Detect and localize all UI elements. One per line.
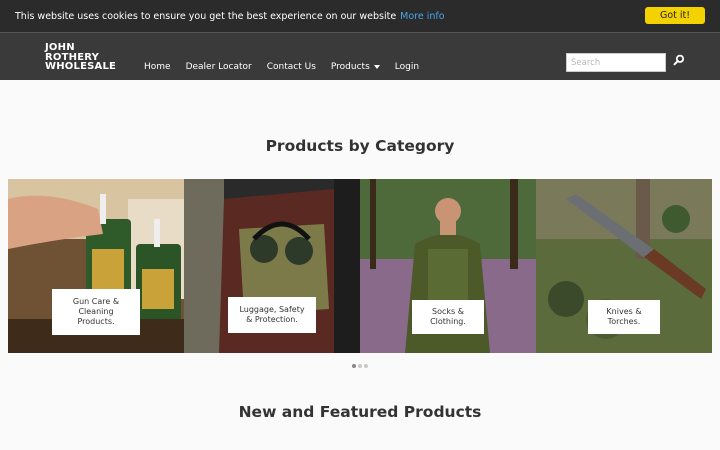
gun-care-label-line-3: Products. (77, 317, 115, 326)
logo-line-3: WHOLESALE (45, 61, 117, 72)
gun-care-label-line-2: Cleaning (78, 307, 114, 316)
gun-care-label-line-1: Gun Care & (72, 297, 120, 306)
carousel-pagination (352, 364, 368, 368)
cookie-banner: This website uses cookies to ensure you … (0, 0, 720, 32)
cookie-accept-button[interactable]: Got it! (645, 7, 705, 24)
products-by-category-heading: Products by Category (265, 137, 455, 155)
category-knives-torches[interactable]: Knives & Torches. (536, 179, 712, 353)
category-socks-clothing[interactable]: Socks & Clothing. (360, 179, 536, 353)
clothing-label-line-1: Socks & (432, 307, 464, 316)
nav-products-label: Products (330, 62, 370, 72)
carousel-dot-2[interactable] (358, 364, 362, 368)
caret-down-icon (373, 65, 380, 69)
knives-label-line-2: Torches. (607, 317, 641, 326)
site-header: JOHN ROTHERY WHOLESALE Home Dealer Locat… (0, 32, 720, 80)
category-label-knives: Knives & Torches. (588, 300, 660, 334)
category-luggage-safety[interactable]: Luggage, Safety & Protection. (184, 179, 360, 353)
category-carousel: Gun Care & Cleaning Products. Luggage, S… (8, 179, 712, 353)
new-featured-heading: New and Featured Products (238, 403, 482, 421)
site-logo[interactable]: JOHN ROTHERY WHOLESALE (45, 43, 116, 72)
carousel-dot-1[interactable] (352, 364, 356, 368)
luggage-label-line-2: & Protection. (246, 315, 298, 324)
category-gun-care[interactable]: Gun Care & Cleaning Products. (8, 179, 184, 353)
clothing-label-line-2: Clothing. (430, 317, 466, 326)
luggage-label-line-1: Luggage, Safety (239, 305, 305, 314)
nav-login[interactable]: Login (395, 62, 419, 72)
nav-home[interactable]: Home (144, 62, 171, 72)
category-label-clothing: Socks & Clothing. (412, 300, 484, 334)
knives-label-line-1: Knives & (606, 307, 642, 316)
category-label-luggage: Luggage, Safety & Protection. (228, 297, 316, 333)
search-icon[interactable] (673, 54, 685, 66)
cookie-message: This website uses cookies to ensure you … (15, 10, 397, 22)
category-label-gun-care: Gun Care & Cleaning Products. (52, 289, 140, 335)
carousel-dot-3[interactable] (364, 364, 368, 368)
nav-products[interactable]: Products (331, 62, 380, 72)
main-nav: Home Dealer Locator Contact Us Products … (144, 62, 434, 72)
search-input[interactable] (566, 53, 666, 72)
cookie-more-info-link[interactable]: More info (400, 11, 444, 22)
nav-dealer-locator[interactable]: Dealer Locator (186, 62, 252, 72)
nav-contact-us[interactable]: Contact Us (267, 62, 316, 72)
